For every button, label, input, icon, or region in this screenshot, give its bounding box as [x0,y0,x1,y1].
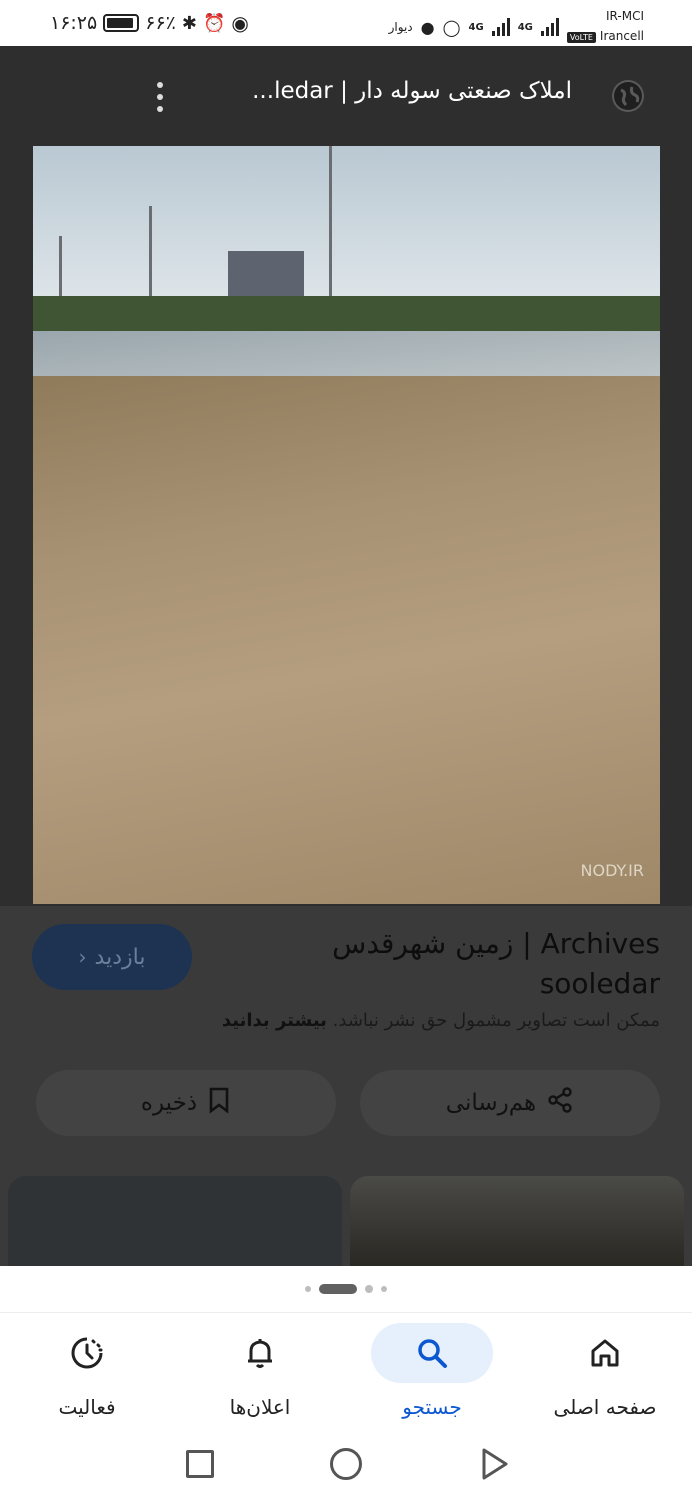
carousel-indicator [0,1266,692,1312]
preview-image[interactable]: NODY.IR [33,146,660,904]
volte-badge: VoLTE [566,32,596,43]
page-title[interactable]: املاک صنعتی سوله دار | ledar... [252,78,572,104]
nav-activity-label: فعالیت [58,1395,116,1419]
carousel-dot [365,1285,373,1293]
image-info-panel: زمین شهرقدس | Archives sooledar بازدید ‹… [0,906,692,1266]
related-image-thumbnail[interactable] [350,1176,684,1266]
nav-search-label: جستجو [402,1395,462,1419]
image-watermark: NODY.IR [580,861,644,880]
image-viewer[interactable]: NODY.IR [0,146,692,906]
learn-more-link[interactable]: بیشتر بدانید [222,1010,327,1031]
result-title-line1: زمین شهرقدس | Archives [332,927,660,960]
nav-home-label: صفحه اصلی [553,1395,657,1419]
nav-notifications-label: اعلان‌ها [229,1395,291,1419]
carrier-2: Irancell [599,29,644,43]
photo-sky [33,146,660,306]
nav-activity[interactable]: فعالیت [2,1323,172,1433]
globe-icon[interactable] [612,80,644,112]
carousel-dot [305,1286,311,1292]
carrier-1: IR-MCI [606,9,644,23]
result-title[interactable]: زمین شهرقدس | Archives sooledar [300,924,660,1004]
search-icon [371,1323,493,1383]
bell-icon [199,1323,321,1383]
nav-search[interactable]: جستجو [347,1323,517,1433]
chat-icon: ● [420,17,435,37]
more-options-icon[interactable] [150,82,170,112]
chevron-left-icon: ‹ [78,945,87,969]
status-left: ۱۶:۲۵ ۶۶٪ ✱ ⏰ ◉ [50,10,249,36]
network-type: 4G [468,21,484,33]
back-button[interactable] [478,1446,510,1486]
related-image-thumbnail[interactable] [8,1176,342,1266]
activity-icon [26,1323,148,1383]
signal-icon-2 [540,18,559,36]
nav-home[interactable]: صفحه اصلی [520,1323,690,1433]
bottom-navigation: صفحه اصلی جستجو اعلان‌ها فعالیت [0,1312,692,1432]
home-icon [544,1323,666,1383]
bluetooth-icon: ✱ [181,12,197,34]
home-button[interactable] [330,1448,362,1480]
battery-icon [103,14,140,32]
copyright-notice: ممکن است تصاویر مشمول حق نشر نباشد. بیشت… [222,1010,660,1031]
nav-notifications[interactable]: اعلان‌ها [175,1323,345,1433]
system-navigation-bar [0,1432,692,1500]
share-label: هم‌رسانی [445,1090,537,1116]
bookmark-icon [207,1086,231,1120]
app-notification-label: دیوار [388,20,413,34]
whatsapp-icon: ◯ [442,17,461,37]
status-bar: ۱۶:۲۵ ۶۶٪ ✱ ⏰ ◉ دیوار ● ◯ 4G 4G IR-MCI V… [0,0,692,46]
carrier-info: IR-MCI VoLTE Irancell [566,6,644,48]
clock: ۱۶:۲۵ [50,12,98,34]
notice-text: ممکن است تصاویر مشمول حق نشر نباشد. [332,1010,660,1031]
carousel-dot [381,1286,387,1292]
battery-level: ۶۶٪ [145,12,176,34]
photo-dirt-ground [33,376,660,904]
result-title-line2: sooledar [539,967,660,1000]
visit-button[interactable]: بازدید ‹ [32,924,192,990]
network-type-2: 4G [517,21,533,33]
alarm-icon: ⏰ [202,12,226,34]
share-button[interactable]: هم‌رسانی [360,1070,660,1136]
share-icon [546,1086,574,1120]
recents-button[interactable] [186,1450,214,1478]
visit-label: بازدید [94,944,146,970]
carrier-2-row: VoLTE Irancell [566,26,644,48]
app-bar: املاک صنعتی سوله دار | ledar... [0,46,692,146]
eye-icon: ◉ [231,11,249,35]
carousel-dot-active [319,1284,357,1294]
save-button[interactable]: ذخیره [36,1070,336,1136]
status-right: دیوار ● ◯ 4G 4G IR-MCI VoLTE Irancell [389,6,644,48]
screen: ۱۶:۲۵ ۶۶٪ ✱ ⏰ ◉ دیوار ● ◯ 4G 4G IR-MCI V… [0,0,692,1500]
signal-icon-1 [491,18,510,36]
save-label: ذخیره [140,1090,198,1116]
